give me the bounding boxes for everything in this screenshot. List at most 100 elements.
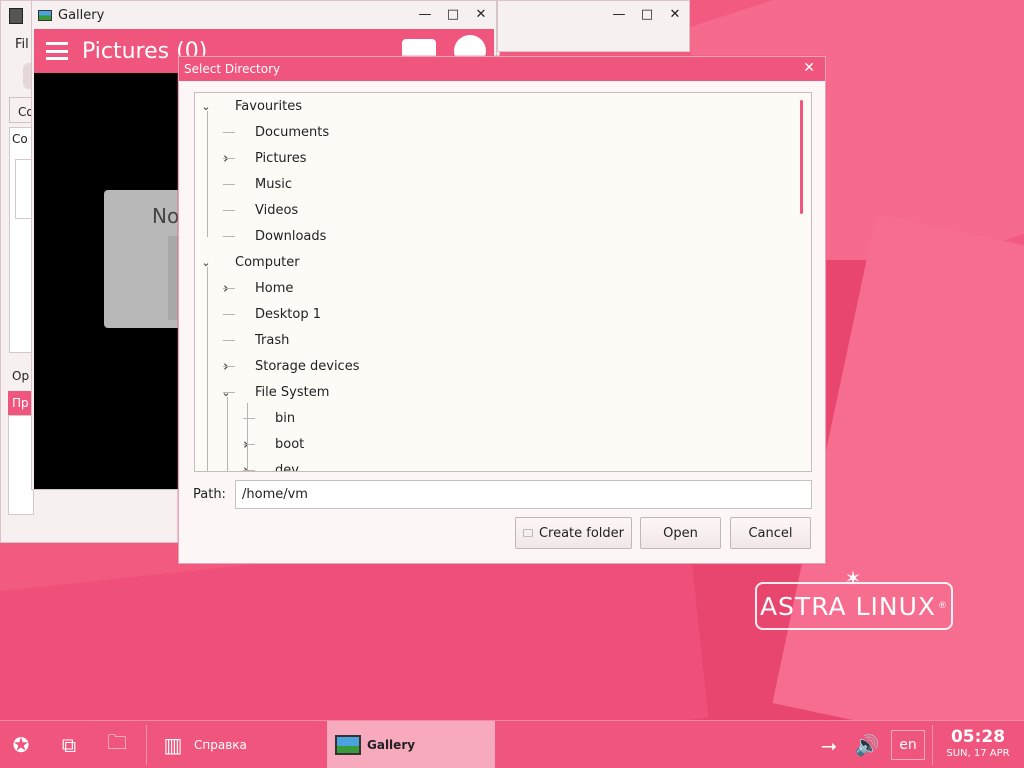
tree-line	[223, 314, 235, 315]
taskbar-task-gallery[interactable]: Gallery	[327, 721, 495, 768]
tree-item-label: File System	[255, 384, 330, 400]
tree-item-label: bin	[275, 410, 296, 426]
tree-line	[223, 132, 235, 133]
tree-line	[247, 403, 248, 471]
file-manager-button[interactable]: 🗀	[100, 721, 134, 768]
cancel-button[interactable]: Cancel	[730, 517, 811, 549]
tree-item-label: dev	[275, 462, 299, 472]
open-label: Open	[663, 525, 698, 541]
tree-item-label: Downloads	[255, 228, 327, 244]
keyboard-layout-button[interactable]: en	[891, 721, 925, 768]
select-directory-dialog[interactable]: Select Directory ✕ ⌄ Favourites Documents ›…	[178, 56, 826, 564]
maximize-icon[interactable]: □	[446, 7, 460, 22]
tree-item[interactable]: Downloads	[219, 223, 326, 249]
tree-item[interactable]: Documents	[219, 119, 329, 145]
taskbar: ✪ ⧉ 🗀 ▥ Справка Gallery ⭢ 🔊 en 05:28 SUN…	[0, 720, 1024, 768]
window-controls: — □ ✕	[612, 7, 682, 22]
taskbar-separator	[146, 725, 147, 765]
tree-scrollbar[interactable]	[800, 100, 803, 214]
dialog-titlebar[interactable]: Select Directory	[179, 57, 825, 81]
folder-new-icon	[522, 529, 533, 537]
maximize-icon[interactable]: □	[640, 7, 654, 22]
language-label: en	[891, 730, 925, 760]
start-menu-button[interactable]: ✪	[4, 721, 38, 768]
tree-line	[243, 444, 255, 445]
gallery-icon	[331, 730, 365, 760]
create-folder-label: Create folder	[538, 525, 625, 541]
task-label: Справка	[194, 738, 247, 752]
cancel-label: Cancel	[748, 525, 793, 541]
tree-item[interactable]: ⌄ Favourites	[199, 93, 302, 119]
windows-icon: ⧉	[61, 733, 77, 757]
book-icon: ▥	[163, 733, 183, 757]
folder-eye-icon: 🗀	[107, 730, 127, 754]
usb-network-icon: ⭢	[821, 733, 837, 757]
tree-item-label: Storage devices	[255, 358, 360, 374]
volume-button[interactable]: 🔊	[850, 721, 884, 768]
tree-item-label: Documents	[255, 124, 330, 140]
no-items-text: No	[152, 204, 180, 228]
close-icon[interactable]: ✕	[803, 60, 815, 76]
show-windows-button[interactable]: ⧉	[52, 721, 86, 768]
tree-line	[207, 111, 208, 237]
taskbar-separator	[932, 725, 933, 765]
task-label: Gallery	[367, 738, 416, 752]
tree-item-label: Music	[255, 176, 292, 192]
tree-item[interactable]: ›Storage devices	[219, 353, 359, 379]
tree-item-label: Favourites	[235, 98, 302, 114]
minimize-icon[interactable]: —	[612, 7, 626, 22]
tree-line	[223, 288, 235, 289]
tree-item[interactable]: ⌄ Computer	[199, 249, 300, 275]
tree-line	[223, 210, 235, 211]
path-label: Path:	[193, 487, 226, 502]
dialog-title: Select Directory	[184, 62, 281, 76]
tree-item-label: Home	[255, 280, 294, 296]
tree-item-label: Videos	[255, 202, 299, 218]
close-icon[interactable]: ✕	[474, 7, 488, 22]
side-label: Op	[12, 369, 30, 383]
network-button[interactable]: ⭢	[812, 721, 846, 768]
tree-item-label: Trash	[255, 332, 290, 348]
menu-file[interactable]: Fil	[15, 37, 29, 52]
chevron-down-icon[interactable]: ⌄	[199, 256, 213, 269]
clock-time: 05:28	[950, 727, 1006, 747]
tree-line	[223, 366, 235, 367]
close-icon[interactable]: ✕	[668, 7, 682, 22]
clock[interactable]: 05:28 SUN, 17 APR	[938, 727, 1018, 761]
tree-item-label: Desktop 1	[255, 306, 322, 322]
taskbar-task-spravka[interactable]: ▥ Справка	[150, 721, 326, 768]
gallery-icon	[38, 9, 52, 21]
tree-item-label: boot	[275, 436, 305, 452]
open-button[interactable]: Open	[640, 517, 721, 549]
clock-date: SUN, 17 APR	[946, 748, 1010, 759]
tree-line	[227, 397, 228, 471]
tree-line	[243, 470, 255, 471]
tree-item[interactable]: ⌄ File System	[219, 379, 329, 405]
background-window-right[interactable]: — □ ✕	[497, 0, 690, 52]
astra-linux-logo: ASTRA LINUX ®	[755, 582, 953, 630]
tree-item-label: Computer	[235, 254, 300, 270]
tree-line	[223, 236, 235, 237]
path-input[interactable]: /home/vm	[235, 480, 812, 509]
window-controls: — □ ✕	[418, 7, 488, 22]
tree-line	[223, 184, 235, 185]
tree-line	[207, 267, 208, 471]
tree-line	[223, 158, 235, 159]
minimize-icon[interactable]: —	[418, 7, 432, 22]
tree-line	[223, 392, 235, 393]
side-label: Пр	[12, 396, 29, 410]
logo-reg: ®	[938, 601, 949, 611]
tree-item-label: Pictures	[255, 150, 307, 166]
book-icon	[9, 8, 23, 24]
chevron-down-icon[interactable]: ⌄	[199, 100, 213, 113]
tree-line	[223, 340, 235, 341]
create-folder-button[interactable]: Create folder	[515, 517, 632, 549]
directory-tree[interactable]: ⌄FavouritesDocuments›PicturesMusicVideos…	[194, 92, 812, 472]
tree-line	[243, 418, 255, 419]
window-title: Gallery	[58, 7, 105, 23]
star-icon: ✪	[12, 733, 30, 757]
speaker-icon: 🔊	[854, 733, 880, 757]
logo-text: ASTRA LINUX	[759, 591, 937, 621]
side-label: Co	[12, 132, 28, 146]
hamburger-menu-icon[interactable]	[46, 42, 68, 60]
